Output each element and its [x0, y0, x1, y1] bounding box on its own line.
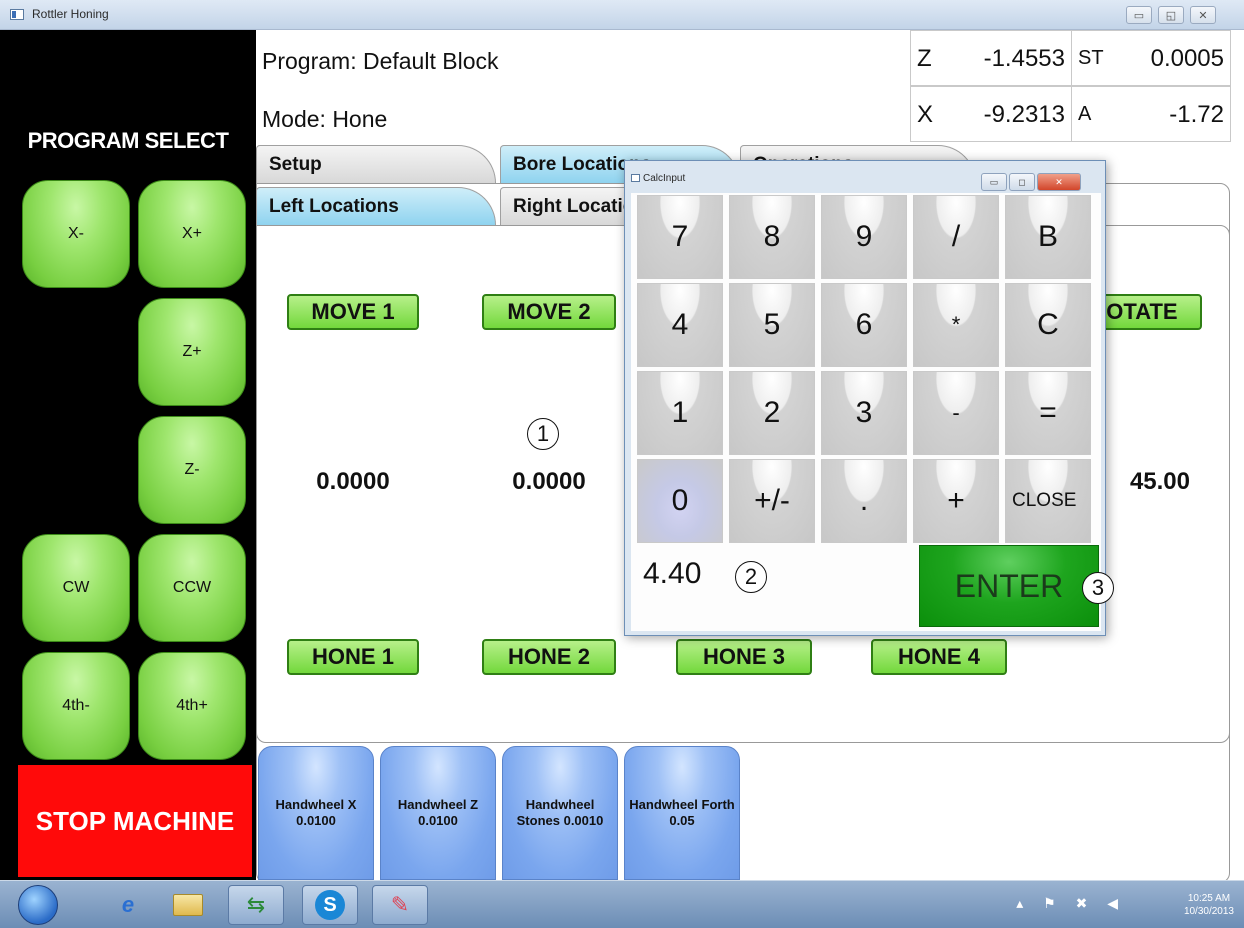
key-backspace[interactable]: B — [1005, 195, 1091, 279]
app-window: Rottler Honing ▭ ◱ ✕ PROGRAM SELECT X- X… — [0, 0, 1244, 928]
key-0[interactable]: 0 — [637, 459, 723, 543]
tab-left-locations[interactable]: Left Locations — [256, 187, 496, 225]
x-plus-button[interactable]: X+ — [138, 180, 246, 288]
dialog-close-button[interactable]: ✕ — [1037, 173, 1081, 191]
key-7[interactable]: 7 — [637, 195, 723, 279]
move-2-value[interactable]: 0.0000 — [490, 468, 608, 496]
key-3[interactable]: 3 — [821, 371, 907, 455]
paint-icon[interactable]: ✎ — [372, 885, 428, 925]
internet-explorer-icon[interactable]: e — [100, 885, 156, 925]
key-9[interactable]: 9 — [821, 195, 907, 279]
key-8[interactable]: 8 — [729, 195, 815, 279]
enter-button[interactable]: ENTER — [919, 545, 1099, 627]
handwheel-forth-button[interactable]: Handwheel Forth 0.05 — [624, 746, 740, 880]
window-title-bar: Rottler Honing ▭ ◱ ✕ — [0, 0, 1244, 30]
hone-3-button[interactable]: HONE 3 — [676, 639, 812, 675]
key-minus[interactable]: - — [913, 371, 999, 455]
clock[interactable]: 10:25 AM 10/30/2013 — [1184, 893, 1234, 918]
close-button[interactable]: ✕ — [1190, 6, 1216, 24]
remote-app-icon[interactable]: ⇆ — [228, 885, 284, 925]
key-4[interactable]: 4 — [637, 283, 723, 367]
fourth-plus-button[interactable]: 4th+ — [138, 652, 246, 760]
x-minus-button[interactable]: X- — [22, 180, 130, 288]
position-readout: Z -1.4553 ST 0.0005 X -9.2313 A -1.72 — [910, 30, 1231, 142]
callout-2: 2 — [735, 561, 767, 593]
move-2-button[interactable]: MOVE 2 — [482, 294, 616, 330]
z-readout: Z -1.4553 — [910, 30, 1072, 86]
handwheel-stones-button[interactable]: Handwheel Stones 0.0010 — [502, 746, 618, 880]
jog-control-panel: PROGRAM SELECT X- X+ Z+ Z- CW CCW 4th- 4… — [0, 30, 256, 880]
fourth-minus-button[interactable]: 4th- — [22, 652, 130, 760]
tab-setup[interactable]: Setup — [256, 145, 496, 183]
program-select-label: PROGRAM SELECT — [27, 128, 229, 153]
key-2[interactable]: 2 — [729, 371, 815, 455]
dialog-title: CalcInput — [643, 173, 686, 184]
key-6[interactable]: 6 — [821, 283, 907, 367]
a-readout: A -1.72 — [1071, 86, 1231, 142]
restore-button[interactable]: ◱ — [1158, 6, 1184, 24]
hone-2-button[interactable]: HONE 2 — [482, 639, 616, 675]
dialog-maximize-button[interactable]: ◻ — [1009, 173, 1035, 191]
skype-icon[interactable]: S — [302, 885, 358, 925]
file-explorer-icon[interactable] — [160, 885, 216, 925]
move-1-value[interactable]: 0.0000 — [292, 468, 414, 496]
calc-input-dialog: CalcInput ▭ ◻ ✕ 7 8 9 / B 4 5 6 * C 1 2 … — [624, 160, 1106, 636]
key-5[interactable]: 5 — [729, 283, 815, 367]
key-plus-minus[interactable]: +/- — [729, 459, 815, 543]
z-plus-button[interactable]: Z+ — [138, 298, 246, 406]
handwheel-z-button[interactable]: Handwheel Z 0.0100 — [380, 746, 496, 880]
st-readout: ST 0.0005 — [1071, 30, 1231, 86]
clock-date: 10/30/2013 — [1183, 905, 1234, 917]
minimize-button[interactable]: ▭ — [1126, 6, 1152, 24]
app-icon — [10, 9, 24, 20]
key-equals[interactable]: = — [1005, 371, 1091, 455]
window-title: Rottler Honing — [32, 7, 109, 21]
callout-1: 1 — [527, 418, 559, 450]
key-clear[interactable]: C — [1005, 283, 1091, 367]
handwheel-x-button[interactable]: Handwheel X 0.0100 — [258, 746, 374, 880]
start-button-icon[interactable] — [18, 885, 58, 925]
cw-button[interactable]: CW — [22, 534, 130, 642]
key-close[interactable]: CLOSE — [1005, 459, 1091, 543]
program-name: Program: Default Block — [262, 48, 499, 74]
dialog-minimize-button[interactable]: ▭ — [981, 173, 1007, 191]
stop-machine-button[interactable]: STOP MACHINE — [18, 765, 252, 877]
key-multiply[interactable]: * — [913, 283, 999, 367]
system-tray-icons[interactable]: ▴ ⚑ ✖ ◀ — [1016, 895, 1126, 912]
taskbar: e ⇆ S ✎ ▴ ⚑ ✖ ◀ 10:25 AM 10/30/2013 — [0, 880, 1244, 928]
hone-1-button[interactable]: HONE 1 — [287, 639, 419, 675]
ccw-button[interactable]: CCW — [138, 534, 246, 642]
z-minus-button[interactable]: Z- — [138, 416, 246, 524]
key-plus[interactable]: + — [913, 459, 999, 543]
move-1-button[interactable]: MOVE 1 — [287, 294, 419, 330]
mode-label: Mode: Hone — [262, 106, 388, 132]
callout-3: 3 — [1082, 572, 1114, 604]
clock-time: 10:25 AM — [1187, 893, 1231, 904]
x-readout: X -9.2313 — [910, 86, 1072, 142]
key-decimal[interactable]: . — [821, 459, 907, 543]
dialog-icon — [631, 174, 640, 182]
calc-display[interactable]: 4.40 — [643, 557, 701, 591]
calc-keypad: 7 8 9 / B 4 5 6 * C 1 2 3 - = 0 +/- . + … — [631, 193, 1101, 631]
key-divide[interactable]: / — [913, 195, 999, 279]
hone-4-button[interactable]: HONE 4 — [871, 639, 1007, 675]
key-1[interactable]: 1 — [637, 371, 723, 455]
